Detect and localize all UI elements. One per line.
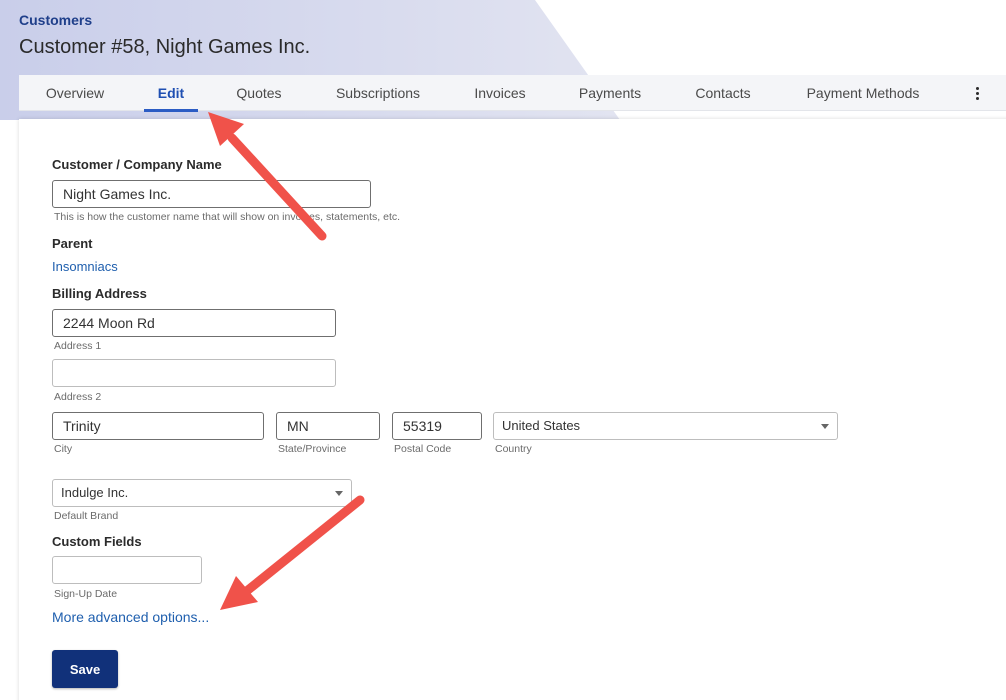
signup-date-input[interactable]: [52, 556, 202, 584]
tab-bar: Overview Edit Quotes Subscriptions Invoi…: [19, 75, 1006, 112]
city-input[interactable]: [52, 412, 264, 440]
default-brand-select[interactable]: Indulge Inc.: [52, 479, 352, 507]
country-select[interactable]: United States: [493, 412, 838, 440]
tab-contacts[interactable]: Contacts: [693, 75, 753, 111]
chevron-down-icon: [335, 491, 343, 496]
state-input[interactable]: [276, 412, 380, 440]
tab-quotes[interactable]: Quotes: [235, 75, 283, 111]
default-brand-hint: Default Brand: [54, 510, 119, 522]
customer-name-hint: This is how the customer name that will …: [54, 211, 401, 223]
address1-hint: Address 1: [54, 340, 102, 352]
customer-name-input[interactable]: [52, 180, 371, 208]
parent-label: Parent: [52, 236, 93, 251]
custom-fields-label: Custom Fields: [52, 534, 142, 549]
tab-overview[interactable]: Overview: [45, 75, 105, 111]
customer-name-label: Customer / Company Name: [52, 157, 222, 172]
tab-payment-methods[interactable]: Payment Methods: [803, 75, 923, 111]
billing-address-label: Billing Address: [52, 286, 147, 301]
tab-invoices[interactable]: Invoices: [473, 75, 527, 111]
address2-hint: Address 2: [54, 391, 102, 403]
tab-payments[interactable]: Payments: [577, 75, 643, 111]
city-hint: City: [54, 443, 73, 455]
save-button[interactable]: Save: [52, 650, 118, 688]
more-advanced-options-link[interactable]: More advanced options...: [52, 609, 209, 625]
parent-link[interactable]: Insomniacs: [52, 259, 118, 274]
state-hint: State/Province: [278, 443, 347, 455]
default-brand-select-value: Indulge Inc.: [61, 485, 129, 500]
country-hint: Country: [495, 443, 532, 455]
chevron-down-icon: [821, 424, 829, 429]
signup-date-hint: Sign-Up Date: [54, 588, 118, 600]
page-title: Customer #58, Night Games Inc.: [19, 36, 311, 58]
country-select-value: United States: [502, 418, 581, 433]
more-tabs-icon[interactable]: [971, 75, 983, 111]
address1-input[interactable]: [52, 309, 336, 337]
breadcrumb[interactable]: Customers: [19, 12, 92, 28]
tab-edit[interactable]: Edit: [144, 75, 198, 112]
postal-code-hint: Postal Code: [394, 443, 452, 455]
tab-subscriptions[interactable]: Subscriptions: [333, 75, 423, 111]
address2-input[interactable]: [52, 359, 336, 387]
postal-code-input[interactable]: [392, 412, 482, 440]
